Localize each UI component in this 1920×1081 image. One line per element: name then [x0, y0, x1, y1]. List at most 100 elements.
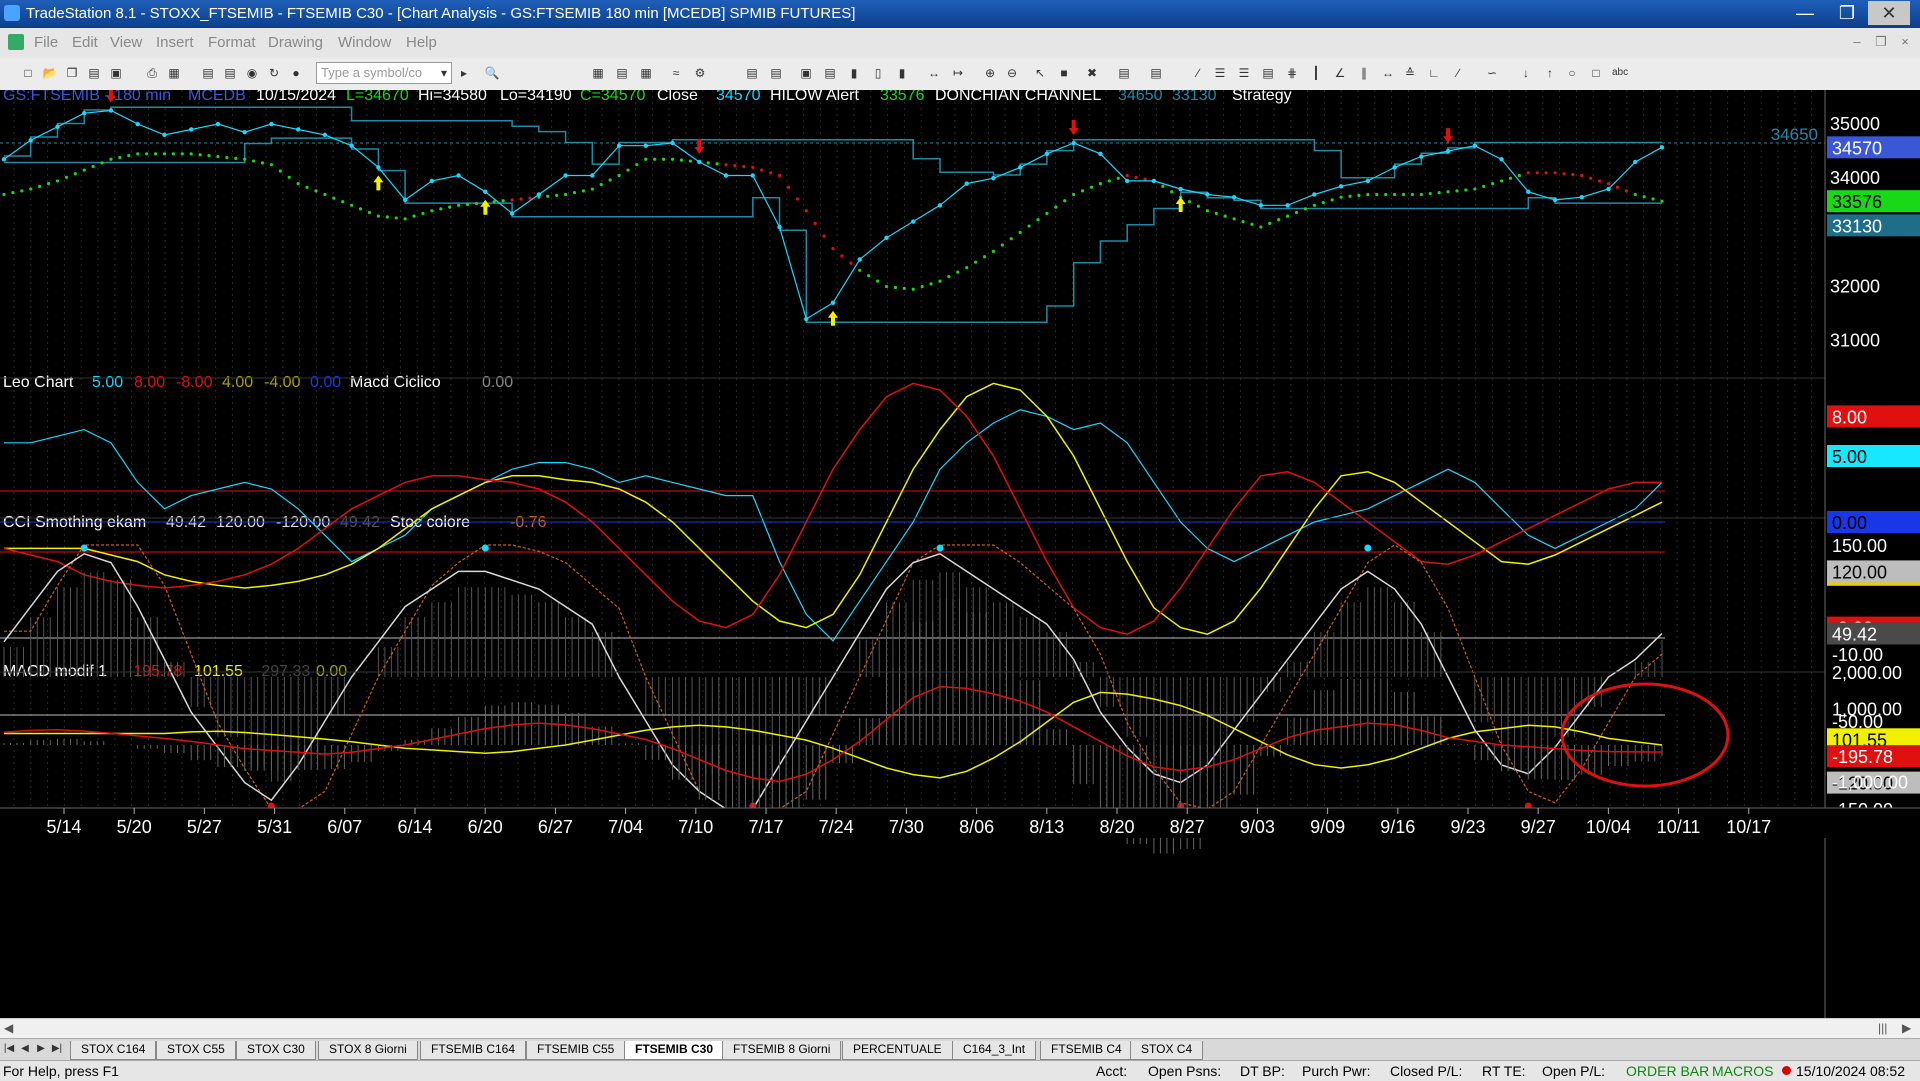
maximize-button[interactable]: ❐: [1826, 1, 1868, 25]
tab-stox-c55[interactable]: STOX C55: [156, 1041, 236, 1060]
tab-stox-c164[interactable]: STOX C164: [70, 1041, 157, 1060]
tab-ftsemib-c55[interactable]: FTSEMIB C55: [526, 1041, 626, 1060]
window-sync-icon[interactable]: ▤: [768, 65, 784, 81]
workspace-icon[interactable]: ▣: [798, 65, 814, 81]
new-icon[interactable]: □: [20, 65, 36, 81]
tab-c164-3-int[interactable]: C164_3_Int: [952, 1041, 1037, 1060]
print-preview-icon[interactable]: ▦: [166, 65, 182, 81]
price-badge-hilow: 33576: [1832, 192, 1882, 212]
tab-last-icon[interactable]: ▶|: [50, 1042, 64, 1056]
regression-icon[interactable]: ∕: [1450, 65, 1466, 81]
chart-tools-icon[interactable]: ■: [1056, 65, 1072, 81]
save-icon[interactable]: ▣: [108, 65, 124, 81]
order-icon[interactable]: ▤: [1116, 65, 1132, 81]
arrow-icon[interactable]: ↔: [1380, 65, 1396, 81]
open-icon[interactable]: 📂: [42, 65, 58, 81]
menu-file[interactable]: File: [34, 34, 58, 51]
tab-stox-c30[interactable]: STOX C30: [236, 1041, 316, 1060]
window-cascade-icon[interactable]: ▤: [222, 65, 238, 81]
chart-format-icon[interactable]: ▦: [590, 65, 606, 81]
window-tile-icon[interactable]: ▤: [200, 65, 216, 81]
hilow-dot: [198, 153, 202, 157]
tab-percentuale[interactable]: PERCENTUALE: [842, 1041, 953, 1060]
menu-view[interactable]: View: [110, 34, 142, 51]
parallel-lines-icon[interactable]: ∥: [1356, 65, 1372, 81]
menu-window[interactable]: Window: [338, 34, 391, 51]
tab-next-icon[interactable]: ▶: [34, 1042, 48, 1056]
hilow-dot: [136, 152, 140, 156]
grid-icon[interactable]: ▦: [638, 65, 654, 81]
chart-area[interactable]: 34650 GS:FTSEMIB - 180 min MCEDB 10/15/2…: [0, 90, 1920, 1018]
hotlist-icon[interactable]: ▤: [822, 65, 838, 81]
tab-ftsemib-8-giorni[interactable]: FTSEMIB 8 Giorni: [722, 1041, 842, 1060]
price-point: [857, 257, 862, 262]
menu-format[interactable]: Format: [208, 34, 256, 51]
freehand-icon[interactable]: ∽: [1484, 65, 1500, 81]
date-label: 5/20: [117, 817, 152, 837]
ellipse-icon[interactable]: ○: [1564, 65, 1580, 81]
refresh-icon[interactable]: ↻: [266, 65, 282, 81]
menu-help[interactable]: Help: [406, 34, 437, 51]
hilow-dot: [1437, 191, 1441, 195]
rectangle-icon[interactable]: □: [1588, 65, 1604, 81]
scroll-left-icon[interactable]: ◀: [4, 1021, 13, 1035]
window-link-icon[interactable]: ▤: [744, 65, 760, 81]
alert-icon[interactable]: ▤: [1148, 65, 1164, 81]
vertical-lines-icon[interactable]: ┃: [1308, 65, 1324, 81]
status-order-bar[interactable]: ORDER BAR: [1626, 1063, 1709, 1079]
indicator-icon[interactable]: ≈: [668, 65, 684, 81]
data-window-icon[interactable]: ▤: [614, 65, 630, 81]
menu-insert[interactable]: Insert: [156, 34, 194, 51]
speedlines-icon[interactable]: ≙: [1402, 65, 1418, 81]
symbol-input[interactable]: Type a symbol/co: [316, 62, 452, 84]
tab-first-icon[interactable]: |◀: [2, 1042, 16, 1056]
pointer-icon[interactable]: ↖: [1032, 65, 1048, 81]
minimize-button[interactable]: —: [1784, 1, 1826, 25]
tab-stox-8-giorni[interactable]: STOX 8 Giorni: [318, 1041, 418, 1060]
child-restore-icon[interactable]: ❐: [1870, 32, 1892, 52]
close-button[interactable]: ✕: [1868, 1, 1910, 25]
expand-icon[interactable]: ↔: [926, 65, 942, 81]
scroll-right-icon[interactable]: ▶: [1902, 1021, 1911, 1035]
zoom-in-icon[interactable]: ⊕: [982, 65, 998, 81]
channel-icon[interactable]: ▤: [1260, 65, 1276, 81]
compress-icon[interactable]: ↦: [950, 65, 966, 81]
horizontal-scrollbar[interactable]: ◀ ||| ▶: [0, 1018, 1920, 1039]
symbol-dropdown-icon[interactable]: ▾: [436, 65, 452, 81]
tab-stox-c4[interactable]: STOX C4: [1130, 1041, 1204, 1060]
paste-icon[interactable]: ▤: [86, 65, 102, 81]
trendline-icon[interactable]: ∕: [1190, 65, 1206, 81]
child-close-icon[interactable]: ×: [1894, 32, 1916, 52]
print-icon[interactable]: ⎙: [144, 65, 160, 81]
tools-icon[interactable]: ✖: [1084, 65, 1100, 81]
strategy-icon[interactable]: ⚙: [692, 65, 708, 81]
status-macros[interactable]: MACROS: [1712, 1063, 1773, 1079]
symbol-lookup-icon[interactable]: 🔍: [484, 65, 500, 81]
chart-type-icon[interactable]: ▯: [870, 65, 886, 81]
lock-icon[interactable]: ◉: [244, 65, 260, 81]
zoom-out-icon[interactable]: ⊖: [1004, 65, 1020, 81]
tab-ftsemib-c164[interactable]: FTSEMIB C164: [420, 1041, 527, 1060]
child-minimize-icon[interactable]: –: [1846, 32, 1868, 52]
hilow-dot: [1642, 195, 1646, 199]
chart-style-icon[interactable]: ▮: [894, 65, 910, 81]
arrow-down-icon[interactable]: ↓: [1518, 65, 1534, 81]
text-tool-icon[interactable]: abc: [1612, 65, 1628, 81]
copy-icon[interactable]: ❐: [64, 65, 80, 81]
tab-ftsemib-c30[interactable]: FTSEMIB C30: [624, 1041, 725, 1060]
apps-icon[interactable]: ●: [288, 65, 304, 81]
andrews-pitchfork-icon[interactable]: ⋕: [1284, 65, 1300, 81]
menu-edit[interactable]: Edit: [72, 34, 98, 51]
arrow-up-icon[interactable]: ↑: [1542, 65, 1558, 81]
fibonacci-icon[interactable]: ☰: [1236, 65, 1252, 81]
tab-prev-icon[interactable]: ◀: [18, 1042, 32, 1056]
angle-icon[interactable]: ∠: [1332, 65, 1348, 81]
gann-fan-icon[interactable]: ∟: [1426, 65, 1442, 81]
symbol-go-icon[interactable]: ▸: [456, 65, 472, 81]
hilow-dot: [635, 163, 639, 167]
chart-bars-icon[interactable]: ▮: [846, 65, 862, 81]
scroll-thumb-icon[interactable]: |||: [1878, 1021, 1887, 1035]
horizontal-line-icon[interactable]: ☰: [1212, 65, 1228, 81]
menu-drawing[interactable]: Drawing: [268, 34, 323, 51]
tab-ftsemib-c4[interactable]: FTSEMIB C4: [1040, 1041, 1133, 1060]
